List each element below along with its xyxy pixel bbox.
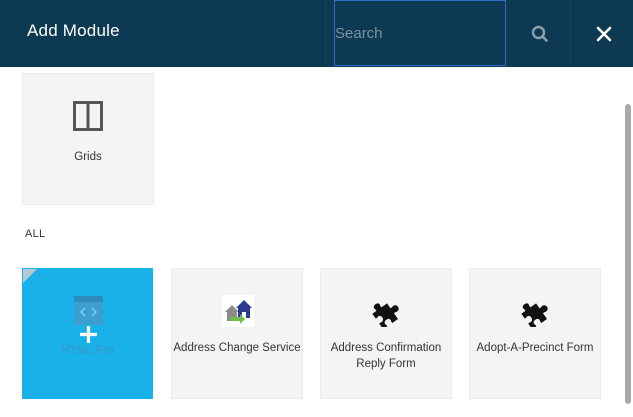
module-tile-address-change-service[interactable]: Address Change Service [171, 268, 303, 399]
header-divider [322, 0, 323, 67]
house-address-icon [222, 295, 254, 327]
vertical-scrollbar[interactable] [625, 104, 631, 404]
module-label: Address Confirmation Reply Form [330, 342, 442, 370]
search-input[interactable] [335, 1, 505, 65]
modal-title: Add Module [27, 21, 120, 40]
search-button[interactable] [507, 0, 573, 67]
module-label: Address Change Service [173, 342, 301, 354]
module-tile-grids[interactable]: Grids [22, 73, 154, 205]
section-heading: ALL [25, 228, 46, 240]
puzzle-piece-icon [372, 303, 399, 327]
module-tile-address-confirmation-reply-form[interactable]: Address Confirmation Reply Form [320, 268, 452, 399]
modal-header: Add Module [0, 0, 633, 67]
search-field[interactable] [334, 0, 506, 66]
module-label: HTML Pro [61, 345, 114, 357]
module-tile-adopt-a-precinct-form[interactable]: Adopt-A-Precinct Form [469, 268, 601, 399]
close-icon [596, 26, 611, 41]
tile-corner-marker [23, 269, 37, 283]
code-window-icon [74, 296, 103, 325]
grid-columns-icon [73, 101, 103, 131]
module-label: Grids [74, 151, 102, 163]
search-icon [531, 25, 548, 42]
module-tile-html-pro[interactable]: HTML Pro [22, 268, 153, 399]
module-label: Adopt-A-Precinct Form [476, 342, 594, 354]
add-plus-icon[interactable] [80, 326, 97, 343]
puzzle-piece-icon [521, 303, 548, 327]
close-button[interactable] [574, 0, 633, 67]
